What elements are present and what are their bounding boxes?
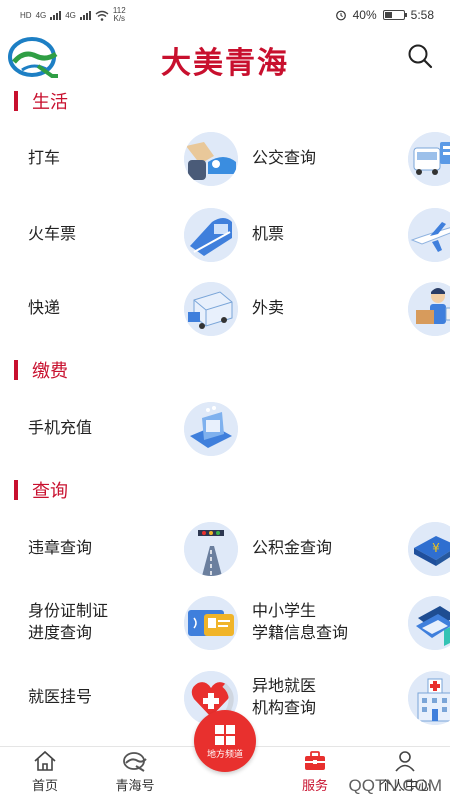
service-label: 中小学生 学籍信息查询 xyxy=(252,603,349,642)
section-title-payment: 缴费 xyxy=(14,358,68,382)
traffic-light-icon xyxy=(184,522,238,576)
nav-qinghai[interactable]: 青海号 xyxy=(90,747,180,800)
service-label: 快递 xyxy=(28,300,61,317)
home-icon xyxy=(34,750,56,771)
phone-topup-icon xyxy=(184,402,238,456)
status-left: HD 4G 4G 112 K/s xyxy=(20,7,126,23)
clock: 5:58 xyxy=(410,8,434,22)
id-card-icon xyxy=(184,596,238,650)
service-item-student-records[interactable]: 中小学生 学籍信息查询 xyxy=(252,593,450,653)
app-header: 大美青海 xyxy=(0,30,450,84)
hospital-building-icon xyxy=(408,671,450,725)
network-4g-label-2: 4G xyxy=(65,10,76,20)
grid-icon xyxy=(215,724,235,745)
taxi-icon xyxy=(184,132,238,186)
qinghai-logo-small-icon xyxy=(123,752,147,772)
student-records-icon xyxy=(408,596,450,650)
service-item-phone-topup[interactable]: 手机充值 xyxy=(28,399,238,459)
battery-icon xyxy=(382,10,407,20)
network-4g-label: 4G xyxy=(35,10,47,20)
battery-percent: 40% xyxy=(352,8,377,22)
section-title-query: 查询 xyxy=(14,478,68,502)
nav-home[interactable]: 首页 xyxy=(0,747,90,800)
delivery-truck-icon xyxy=(184,282,238,336)
service-item-violation[interactable]: 违章查询 xyxy=(28,519,238,579)
takeout-courier-icon xyxy=(408,282,450,336)
service-label: 火车票 xyxy=(28,226,77,243)
section-title-text: 缴费 xyxy=(32,361,68,381)
bus-icon xyxy=(408,132,450,186)
net-speed-unit: K/s xyxy=(113,14,126,23)
section-title-text: 查询 xyxy=(32,481,68,501)
service-item-flight[interactable]: 机票 xyxy=(252,205,450,265)
status-bar: HD 4G 4G 112 K/s 40% 5:58 xyxy=(0,0,450,30)
service-label: 公积金查询 xyxy=(252,540,333,557)
wifi-icon xyxy=(95,10,109,21)
section-bar xyxy=(14,360,18,380)
service-item-idcard[interactable]: 身份证制证 进度查询 xyxy=(28,593,238,653)
search-icon[interactable] xyxy=(406,42,434,70)
service-label: 手机充值 xyxy=(28,420,93,437)
battery-fill xyxy=(384,12,392,18)
nav-home-label: 首页 xyxy=(31,778,58,793)
local-channel-label: 地方频道 xyxy=(206,748,243,759)
alarm-icon xyxy=(335,10,346,21)
service-item-takeout[interactable]: 外卖 xyxy=(252,279,450,339)
hd-indicator: HD xyxy=(20,10,32,20)
svg-text:¥: ¥ xyxy=(432,541,440,555)
section-title-text: 生活 xyxy=(32,92,68,112)
service-item-taxi[interactable]: 打车 xyxy=(28,129,238,189)
watermark: QQTN.COM xyxy=(348,776,443,795)
service-item-remote-medical[interactable]: 异地就医 机构查询 xyxy=(252,668,450,728)
status-right: 40% 5:58 xyxy=(335,8,434,22)
service-item-train[interactable]: 火车票 xyxy=(28,205,238,265)
nav-service[interactable]: 服务 xyxy=(270,747,360,800)
service-label: 违章查询 xyxy=(28,540,93,557)
signal-icon xyxy=(50,10,62,20)
airplane-icon xyxy=(408,208,450,262)
service-label: 公交查询 xyxy=(252,150,317,167)
user-icon xyxy=(395,751,415,772)
nav-service-label: 服务 xyxy=(301,778,328,793)
service-label: 打车 xyxy=(28,150,61,167)
service-label: 机票 xyxy=(252,226,285,243)
net-speed: 112 K/s xyxy=(113,7,126,23)
nav-qinghai-label: 青海号 xyxy=(115,778,155,793)
signal-icon-2 xyxy=(79,10,91,20)
section-bar xyxy=(14,480,18,500)
service-label: 异地就医 机构查询 xyxy=(252,678,317,717)
service-item-housing-fund[interactable]: 公积金查询 ¥ xyxy=(252,519,450,579)
train-icon xyxy=(184,208,238,262)
section-bar xyxy=(14,91,18,111)
app-title: 大美青海 xyxy=(161,46,289,81)
service-item-express[interactable]: 快递 xyxy=(28,279,238,339)
service-label: 外卖 xyxy=(252,300,285,317)
service-item-bus[interactable]: 公交查询 xyxy=(252,129,450,189)
section-title-life: 生活 xyxy=(14,89,68,113)
briefcase-icon xyxy=(305,751,325,770)
local-channel-button[interactable]: 地方频道 xyxy=(194,710,256,772)
service-label: 身份证制证 进度查询 xyxy=(28,603,109,642)
housing-fund-book-icon: ¥ xyxy=(408,522,450,576)
service-label: 就医挂号 xyxy=(28,689,93,706)
